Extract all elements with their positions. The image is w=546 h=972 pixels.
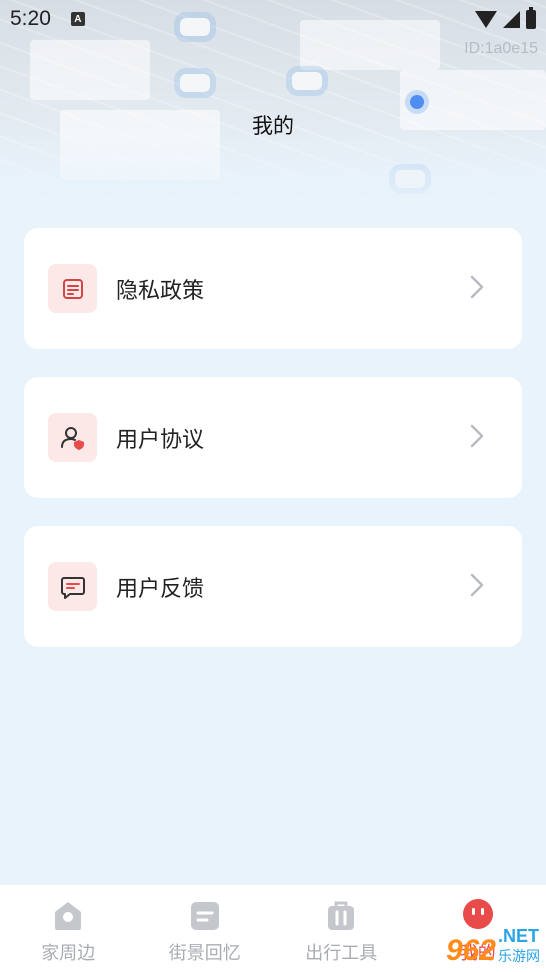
document-icon [48, 264, 97, 313]
tab-travel-tools[interactable]: 出行工具 [273, 885, 410, 972]
signal-icon [503, 10, 520, 28]
device-id: ID:1a0e15 [464, 40, 538, 57]
tab-label: 街景回忆 [168, 943, 241, 964]
notification-icon: A [70, 12, 85, 26]
tab-label: 家周边 [41, 943, 96, 964]
watermark-text: .NET 乐游网 [498, 926, 540, 966]
tab-home-nearby[interactable]: 家周边 [0, 885, 137, 972]
location-pin-icon [51, 899, 85, 933]
suitcase-icon [324, 899, 358, 933]
wifi-icon [475, 10, 497, 28]
tab-street-memories[interactable]: 街景回忆 [137, 885, 274, 972]
tab-label: 出行工具 [305, 943, 378, 964]
building-shape [30, 40, 150, 100]
location-dot-icon [410, 95, 424, 109]
menu-item-privacy-policy[interactable]: 隐私政策 [24, 228, 522, 349]
menu-item-user-agreement[interactable]: 用户协议 [24, 377, 522, 498]
watermark-domain: .NET [498, 926, 540, 946]
car-icon [180, 74, 210, 92]
menu-item-label: 用户协议 [116, 427, 205, 453]
status-indicators [475, 6, 536, 29]
watermark-logo: 962 .NET 乐游网 [446, 926, 540, 966]
menu-item-label: 用户反馈 [116, 576, 205, 602]
chevron-right-icon [470, 424, 484, 452]
feedback-message-icon [48, 562, 97, 611]
watermark-site-name: 乐游网 [498, 949, 540, 965]
notes-icon [188, 899, 222, 933]
battery-icon [526, 6, 536, 29]
menu-item-user-feedback[interactable]: 用户反馈 [24, 526, 522, 647]
status-bar: 5:20 A [0, 0, 546, 38]
car-icon [292, 72, 322, 90]
page-title: 我的 [252, 114, 294, 138]
watermark-number: 962 [445, 934, 496, 967]
chevron-right-icon [470, 275, 484, 303]
status-time: 5:20 [10, 7, 51, 30]
chevron-right-icon [470, 573, 484, 601]
menu-item-label: 隐私政策 [116, 278, 205, 304]
header-fade [0, 135, 546, 215]
user-shield-icon [48, 413, 97, 462]
